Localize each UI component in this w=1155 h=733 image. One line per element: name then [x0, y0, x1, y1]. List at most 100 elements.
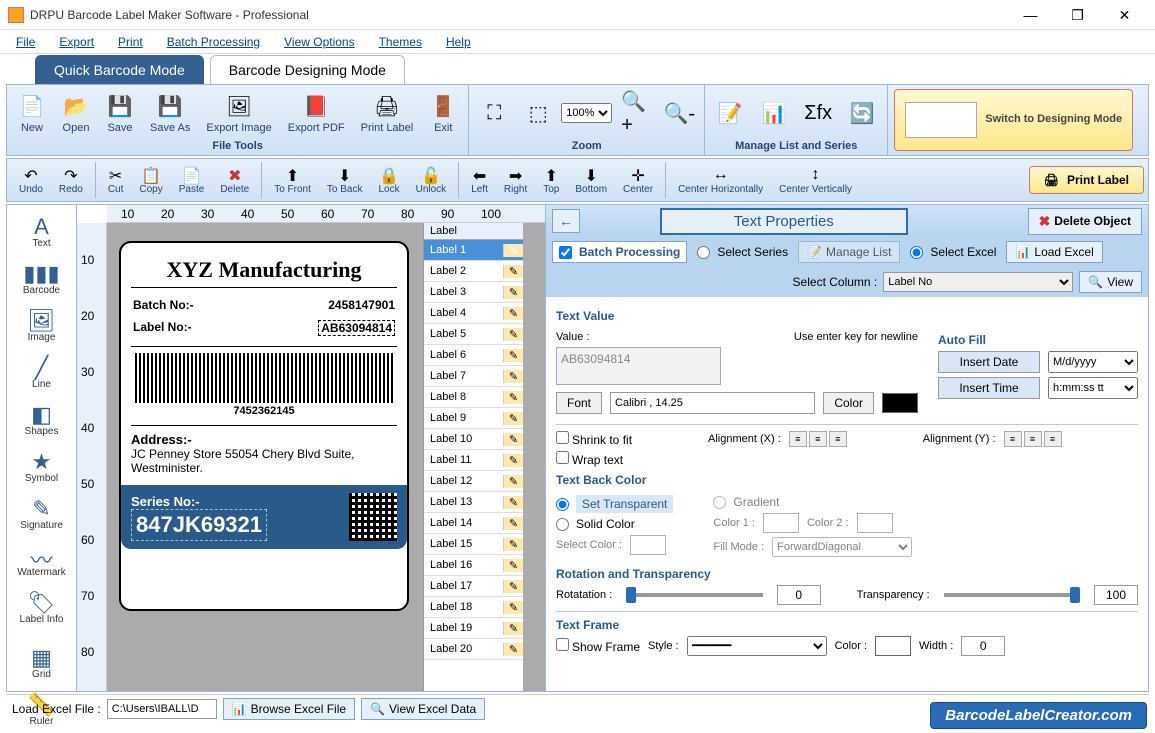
- export-image-button[interactable]: 🖼Export Image: [199, 89, 278, 137]
- manage-list-button[interactable]: 📝Manage List: [798, 241, 900, 263]
- label-list-item[interactable]: Label 17✎: [424, 576, 523, 597]
- label-list-item[interactable]: Label 7✎: [424, 366, 523, 387]
- pencil-icon[interactable]: ✎: [503, 601, 523, 614]
- saveas-button[interactable]: 💾Save As: [143, 89, 197, 137]
- copy-button[interactable]: 📋Copy: [131, 164, 170, 197]
- fillmode-select[interactable]: ForwardDiagonal: [772, 537, 912, 557]
- switch-mode-button[interactable]: Switch to Designing Mode: [894, 89, 1133, 151]
- rotation-slider[interactable]: [626, 593, 762, 597]
- pencil-icon[interactable]: ✎: [503, 244, 523, 257]
- new-button[interactable]: 📄New: [11, 89, 53, 137]
- pencil-icon[interactable]: ✎: [503, 538, 523, 551]
- label-list-item[interactable]: Label 10✎: [424, 429, 523, 450]
- align-top-button[interactable]: ⬆Top: [535, 164, 567, 197]
- pencil-icon[interactable]: ✎: [503, 391, 523, 404]
- label-list-item[interactable]: Label 19✎: [424, 618, 523, 639]
- menu-file[interactable]: File: [6, 32, 45, 52]
- color-button[interactable]: Color: [823, 392, 874, 414]
- manage-excel-button[interactable]: 📊: [753, 96, 795, 130]
- pencil-icon[interactable]: ✎: [503, 265, 523, 278]
- zoom-actual-button[interactable]: ⬚: [517, 96, 559, 130]
- menu-print[interactable]: Print: [108, 32, 153, 52]
- pencil-icon[interactable]: ✎: [503, 454, 523, 467]
- menu-themes[interactable]: Themes: [369, 32, 432, 52]
- time-format[interactable]: h:mm:ss tt: [1048, 377, 1138, 399]
- font-value[interactable]: [610, 392, 815, 414]
- zoom-out-button[interactable]: 🔍-: [658, 96, 700, 130]
- align-bottom-button[interactable]: ⬇Bottom: [567, 164, 615, 197]
- exit-button[interactable]: 🚪Exit: [422, 89, 464, 137]
- center-h-button[interactable]: ↔Center Horizontally: [670, 164, 771, 197]
- back-button[interactable]: ←: [552, 209, 580, 233]
- label-list-item[interactable]: Label 9✎: [424, 408, 523, 429]
- tab-quick-mode[interactable]: Quick Barcode Mode: [35, 55, 204, 84]
- show-frame-checkbox[interactable]: Show Frame: [556, 638, 640, 654]
- export-pdf-button[interactable]: 📕Export PDF: [281, 89, 352, 137]
- menu-export[interactable]: Export: [49, 32, 104, 52]
- label-list-item[interactable]: Label 20✎: [424, 639, 523, 660]
- label-list-item[interactable]: Label 15✎: [424, 534, 523, 555]
- label-preview[interactable]: XYZ Manufacturing Batch No:-2458147901 L…: [119, 241, 409, 611]
- zoom-fit-button[interactable]: ⛶: [473, 96, 515, 130]
- label-list-item[interactable]: Label 1✎: [424, 240, 523, 261]
- label-list-item[interactable]: Label 8✎: [424, 387, 523, 408]
- canvas-area[interactable]: 102030405060708090100 1020304050607080 X…: [76, 204, 546, 692]
- pencil-icon[interactable]: ✎: [503, 286, 523, 299]
- frame-color-swatch[interactable]: [875, 636, 911, 656]
- pencil-icon[interactable]: ✎: [503, 580, 523, 593]
- unlock-button[interactable]: 🔓Unlock: [408, 164, 455, 197]
- insert-time-button[interactable]: Insert Time: [938, 377, 1040, 399]
- maximize-button[interactable]: ❐: [1055, 1, 1100, 29]
- transparent-radio[interactable]: Set Transparent: [556, 495, 673, 513]
- print-label-button[interactable]: 🖨Print Label: [354, 89, 421, 137]
- pencil-icon[interactable]: ✎: [503, 307, 523, 320]
- excel-path-input[interactable]: [107, 699, 217, 719]
- center-v-button[interactable]: ↕Center Vertically: [771, 164, 860, 197]
- pencil-icon[interactable]: ✎: [503, 433, 523, 446]
- color1-swatch[interactable]: [763, 513, 799, 533]
- align-right-button[interactable]: ➡Right: [496, 164, 535, 197]
- gradient-radio[interactable]: Gradient: [713, 495, 779, 509]
- undo-button[interactable]: ↶Undo: [11, 164, 51, 197]
- align-x-buttons[interactable]: ≡≡≡: [789, 431, 847, 447]
- label-list-item[interactable]: Label 16✎: [424, 555, 523, 576]
- open-button[interactable]: 📂Open: [55, 89, 97, 137]
- label-list-item[interactable]: Label 13✎: [424, 492, 523, 513]
- column-select[interactable]: Label No: [883, 272, 1073, 292]
- browse-excel-button[interactable]: 📊Browse Excel File: [223, 698, 355, 720]
- color-swatch[interactable]: [882, 393, 918, 413]
- color2-swatch[interactable]: [857, 513, 893, 533]
- redo-button[interactable]: ↷Redo: [51, 164, 91, 197]
- labelno-value[interactable]: AB63094814: [318, 320, 395, 336]
- tool-shapes[interactable]: ◧Shapes: [12, 397, 72, 442]
- cut-button[interactable]: ✂Cut: [100, 164, 132, 197]
- label-list-item[interactable]: Label 5✎: [424, 324, 523, 345]
- manage-edit-button[interactable]: 📝: [709, 96, 751, 130]
- align-center-button[interactable]: ✛Center: [615, 164, 661, 197]
- shrink-checkbox[interactable]: Shrink to fit: [556, 431, 632, 447]
- tool-signature[interactable]: ✎Signature: [12, 491, 72, 536]
- tofront-button[interactable]: ⬆To Front: [266, 164, 319, 197]
- manage-refresh-button[interactable]: 🔄: [841, 96, 883, 130]
- label-list-item[interactable]: Label 6✎: [424, 345, 523, 366]
- batch-checkbox[interactable]: Batch Processing: [552, 241, 687, 263]
- tool-text[interactable]: AText: [12, 209, 72, 254]
- solid-color-swatch[interactable]: [630, 535, 666, 555]
- pencil-icon[interactable]: ✎: [503, 349, 523, 362]
- solid-radio[interactable]: Solid Color: [556, 517, 635, 531]
- select-series-radio[interactable]: Select Series: [697, 245, 788, 259]
- tool-barcode[interactable]: ▮▮▮Barcode: [12, 256, 72, 301]
- align-y-buttons[interactable]: ≡≡≡: [1004, 431, 1062, 447]
- pencil-icon[interactable]: ✎: [503, 412, 523, 425]
- label-list-item[interactable]: Label 4✎: [424, 303, 523, 324]
- tool-watermark[interactable]: 〰Watermark: [12, 538, 72, 583]
- tool-line[interactable]: ╱Line: [12, 350, 72, 395]
- tool-grid[interactable]: ▦Grid: [12, 640, 72, 685]
- pencil-icon[interactable]: ✎: [503, 496, 523, 509]
- print-label-big-button[interactable]: 🖨Print Label: [1029, 166, 1144, 194]
- toback-button[interactable]: ⬇To Back: [319, 164, 371, 197]
- pencil-icon[interactable]: ✎: [503, 643, 523, 656]
- lock-button[interactable]: 🔒Lock: [370, 164, 407, 197]
- pencil-icon[interactable]: ✎: [503, 475, 523, 488]
- label-list-item[interactable]: Label 12✎: [424, 471, 523, 492]
